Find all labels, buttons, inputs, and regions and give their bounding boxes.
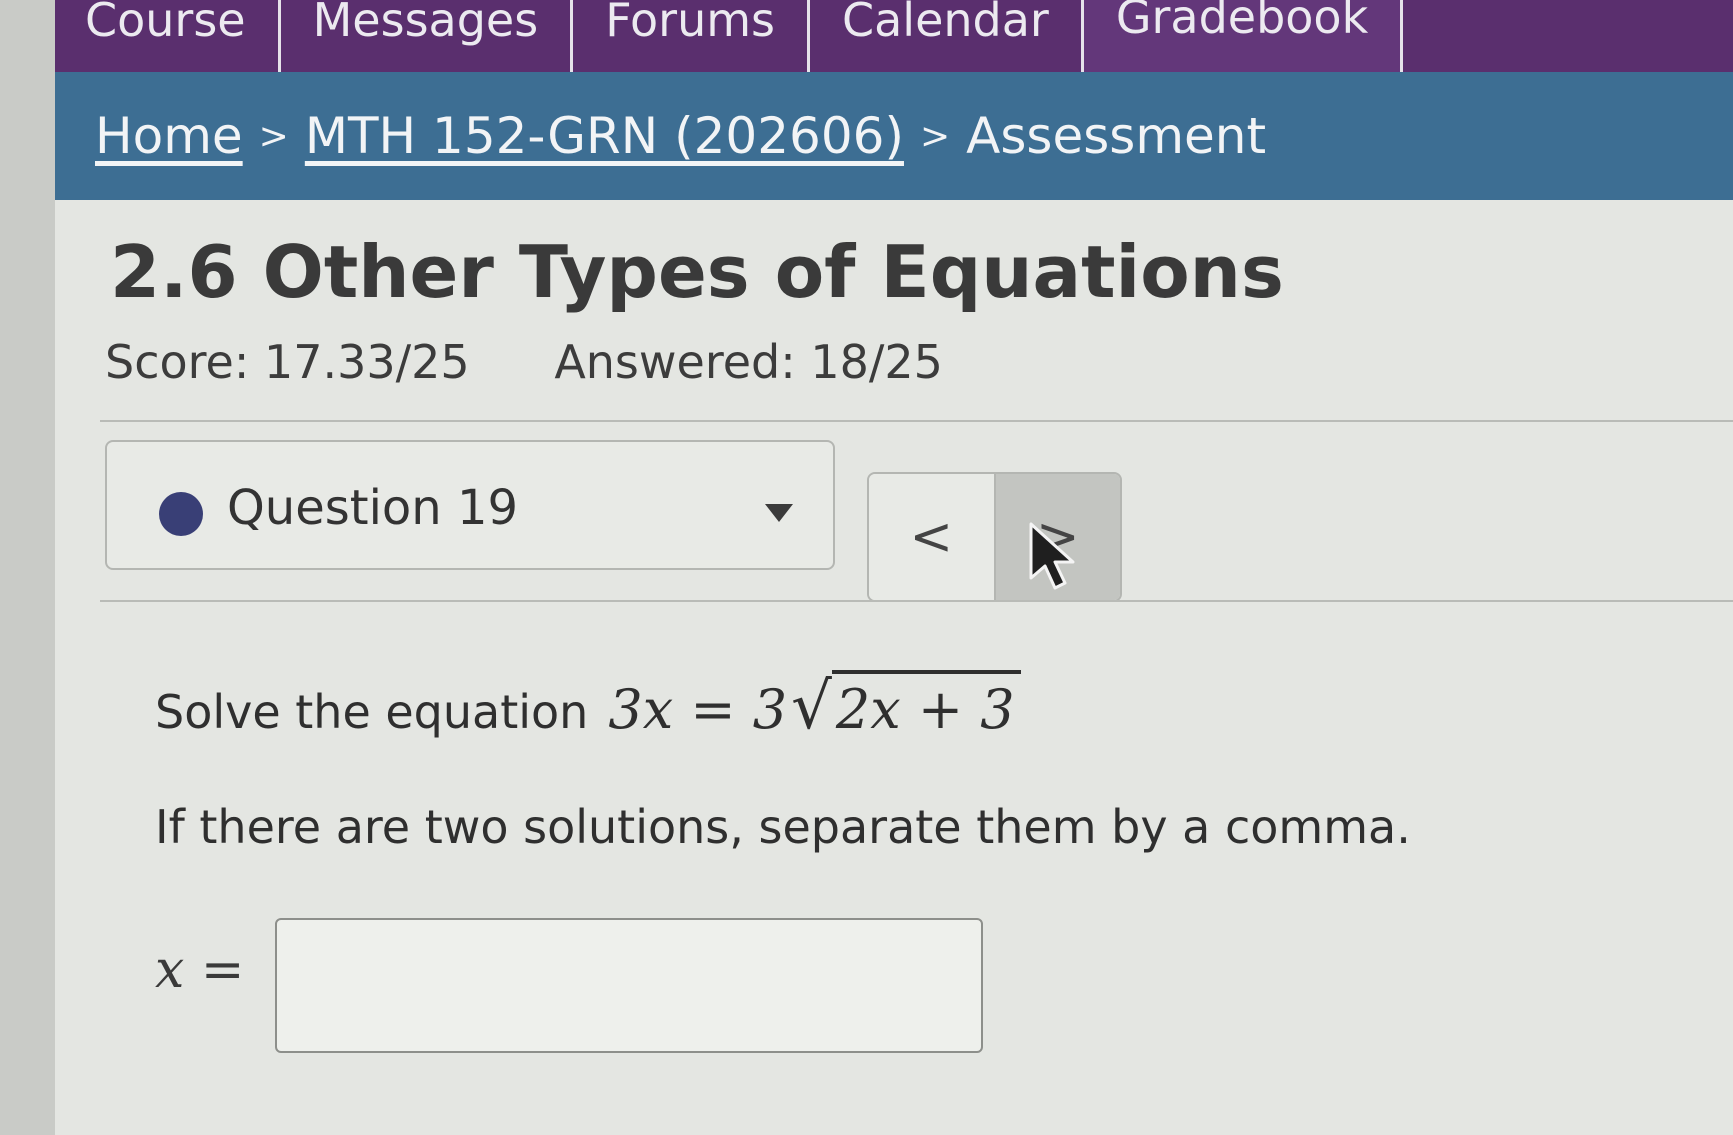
divider — [100, 600, 1733, 602]
tab-calendar[interactable]: Calendar — [810, 0, 1084, 72]
chevron-down-icon — [765, 504, 793, 522]
equation-radicand: 2x + 3 — [831, 670, 1021, 741]
assessment-stats: Score: 17.33/25 Answered: 18/25 — [105, 335, 1013, 389]
tab-messages[interactable]: Messages — [281, 0, 574, 72]
tab-course[interactable]: Course — [55, 0, 281, 72]
breadcrumb-home-link[interactable]: Home — [95, 107, 243, 165]
left-gutter — [0, 0, 55, 1135]
top-nav: Course Messages Forums Calendar Gradeboo… — [55, 0, 1733, 72]
breadcrumb-separator: > — [258, 115, 289, 157]
mouse-cursor-icon — [1029, 522, 1075, 590]
question-status-dot — [159, 492, 203, 536]
answered-text: Answered: 18/25 — [554, 335, 943, 389]
answer-label: x = — [155, 940, 245, 1000]
breadcrumb-current: Assessment — [966, 107, 1267, 165]
tab-forums[interactable]: Forums — [573, 0, 810, 72]
prev-question-button[interactable]: < — [869, 474, 994, 600]
question-select-dropdown[interactable]: Question 19 — [105, 440, 835, 570]
equation-lhs: 3x = 3 — [608, 678, 788, 741]
breadcrumb: Home > MTH 152-GRN (202606) > Assessment — [55, 72, 1733, 200]
breadcrumb-course-link[interactable]: MTH 152-GRN (202606) — [305, 107, 904, 165]
tab-gradebook[interactable]: Gradebook — [1083, 0, 1404, 72]
prompt-text: Solve the equation — [155, 685, 589, 739]
question-prompt: Solve the equation 3x = 3 √ 2x + 3 — [155, 670, 1021, 744]
divider — [100, 420, 1733, 422]
sqrt-icon: √ — [791, 670, 832, 744]
question-nav-buttons: < > — [867, 472, 1122, 602]
answer-input[interactable] — [275, 918, 983, 1053]
breadcrumb-separator: > — [919, 115, 951, 157]
chevron-left-icon: < — [909, 507, 954, 567]
equation: 3x = 3 √ 2x + 3 — [608, 670, 1021, 744]
question-select-label: Question 19 — [227, 480, 519, 536]
page-title: 2.6 Other Types of Equations — [110, 230, 1284, 314]
page: Course Messages Forums Calendar Gradeboo… — [55, 0, 1733, 1135]
score-text: Score: 17.33/25 — [105, 335, 470, 389]
question-instruction: If there are two solutions, separate the… — [155, 800, 1411, 854]
